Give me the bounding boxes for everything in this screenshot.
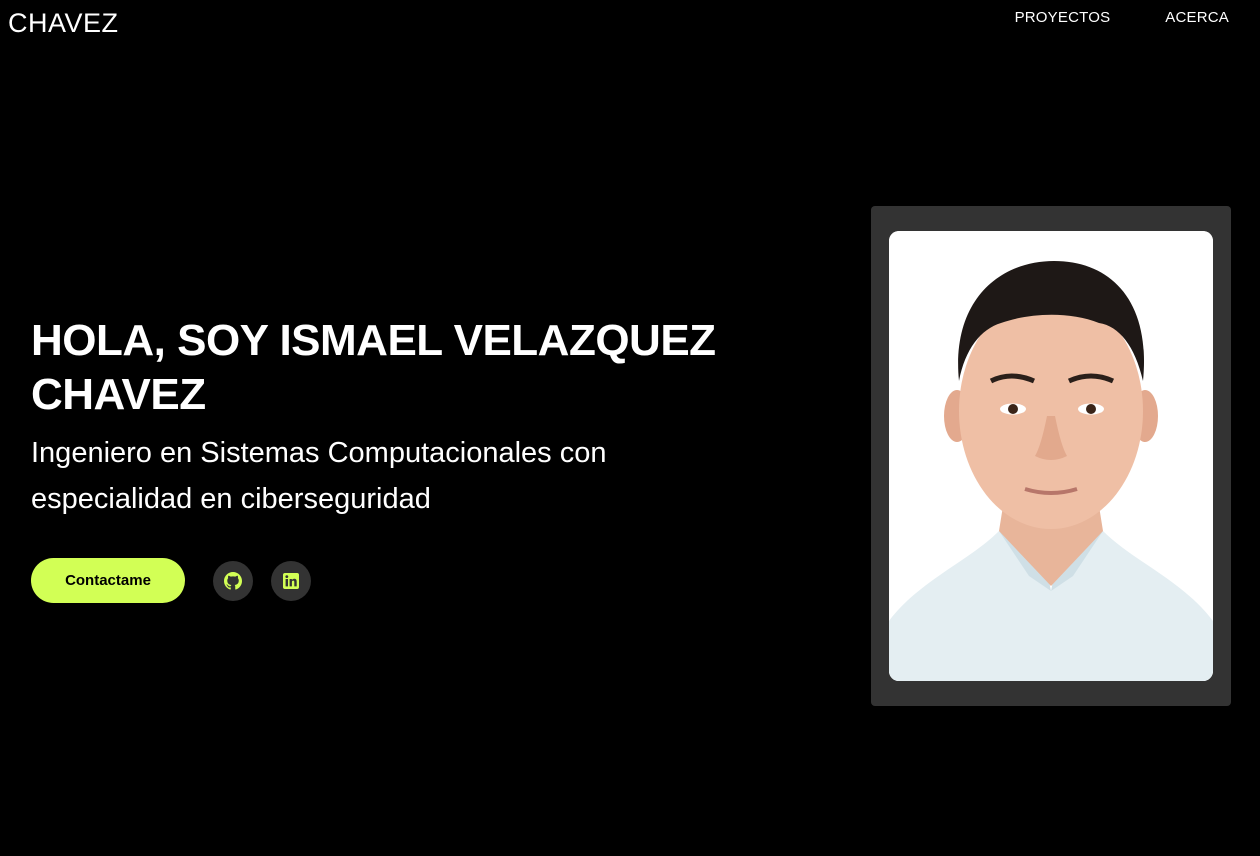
contact-button[interactable]: Contactame	[31, 558, 185, 603]
nav-link-acerca[interactable]: ACERCA	[1165, 9, 1229, 27]
linkedin-link[interactable]	[271, 560, 311, 601]
hero-subtitle: Ingeniero en Sistemas Computacionales co…	[31, 437, 607, 515]
github-link[interactable]	[213, 560, 253, 601]
github-icon	[224, 571, 242, 590]
hero-actions: Contactame	[31, 558, 311, 603]
main-nav: PROYECTOS ACERCA	[1015, 9, 1229, 27]
hero-title: HOLA, SOY ISMAEL VELAZQUEZ CHAVEZ	[31, 316, 716, 419]
linkedin-icon	[283, 572, 299, 589]
nav-link-proyectos[interactable]: PROYECTOS	[1015, 9, 1111, 27]
site-logo[interactable]: CHAVEZ	[8, 5, 119, 41]
profile-photo	[889, 231, 1213, 681]
profile-photo-frame	[871, 206, 1231, 706]
page: CHAVEZ PROYECTOS ACERCA HOLA, SOY ISMAEL…	[0, 0, 1260, 856]
hero-section: HOLA, SOY ISMAEL VELAZQUEZ CHAVEZ Ingeni…	[31, 314, 751, 522]
